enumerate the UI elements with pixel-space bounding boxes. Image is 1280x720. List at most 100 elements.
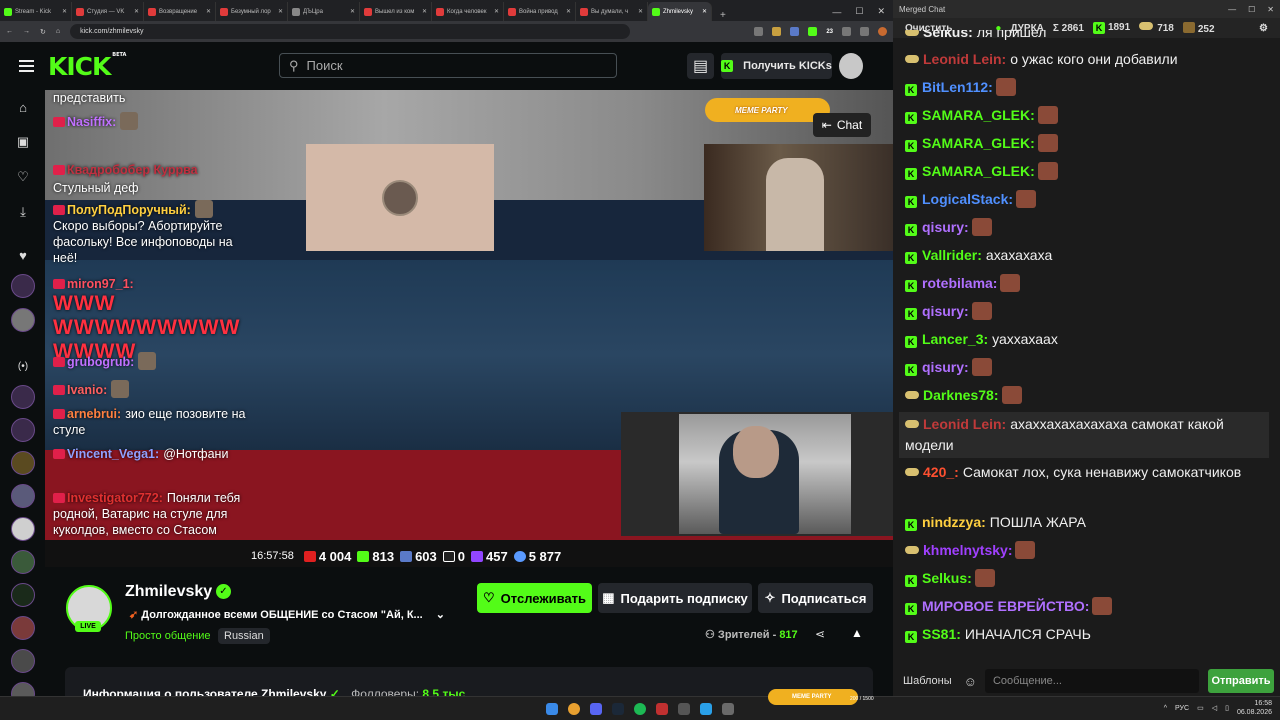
emoji-icon[interactable]: ☺ xyxy=(964,674,977,689)
chat-username[interactable]: SAMARA_GLEK: xyxy=(922,163,1035,179)
chat-message[interactable]: K Selkus: xyxy=(905,568,1265,589)
browser-tab[interactable]: Безумный лор ✕ xyxy=(216,2,288,21)
share-icon[interactable]: ⋖ xyxy=(815,627,825,641)
tab-close-icon[interactable]: ✕ xyxy=(494,8,499,15)
extension-icon[interactable] xyxy=(754,27,764,36)
chat-username[interactable]: qisury: xyxy=(922,303,969,319)
browser-tab[interactable]: ДЪЦра ✕ xyxy=(288,2,360,21)
browser-tab[interactable]: Вы думали, ч ✕ xyxy=(576,2,648,21)
chat-username[interactable]: Darknes78: xyxy=(923,387,999,403)
system-clock[interactable]: 16:58 06.08.2026 xyxy=(1237,699,1272,717)
chat-toggle-button[interactable]: ⇤ Chat xyxy=(813,113,871,137)
close-icon[interactable]: ✕ xyxy=(1267,5,1274,14)
chat-username[interactable]: 420_: xyxy=(923,464,959,480)
chat-username[interactable]: qisury: xyxy=(922,219,969,235)
profile-icon[interactable] xyxy=(878,27,887,36)
chat-message[interactable]: Kqisury: xyxy=(905,301,1265,322)
gift-sub-button[interactable]: ▦ Подарить подписку xyxy=(598,583,752,613)
chat-username[interactable]: BitLen112: xyxy=(922,79,993,95)
chat-username[interactable]: qisury: xyxy=(922,359,969,375)
chat-message[interactable]: K Lancer_3: уаххахаах xyxy=(905,329,1265,350)
chevron-down-icon[interactable]: ⌄ xyxy=(436,609,445,621)
chat-username[interactable]: МИРОВОЕ ЕВРЕЙСТВО: xyxy=(922,598,1089,614)
chat-message[interactable]: Kqisury: xyxy=(905,217,1265,238)
channel-avatar[interactable] xyxy=(11,385,35,409)
start-icon[interactable] xyxy=(546,703,558,715)
tab-close-icon[interactable]: ✕ xyxy=(278,8,283,15)
chat-message[interactable]: K SAMARA_GLEK: xyxy=(905,133,1265,154)
browser-tab[interactable]: Вышел из ком ✕ xyxy=(360,2,432,21)
chat-message[interactable]: K BitLen112: xyxy=(905,77,1265,98)
channel-avatar[interactable] xyxy=(11,583,35,607)
back-icon[interactable]: ← xyxy=(6,28,13,35)
channel-avatar[interactable] xyxy=(11,649,35,673)
chat-username[interactable]: rotebilama: xyxy=(922,275,997,291)
tab-close-icon[interactable]: ✕ xyxy=(422,8,427,15)
tray-arrow-icon[interactable]: ^ xyxy=(1164,705,1167,712)
chat-username[interactable]: Leonid Lein: xyxy=(923,51,1006,67)
search-input[interactable]: ⚲ Поиск xyxy=(279,53,617,78)
get-kicks-button[interactable]: K Получить KICKs xyxy=(721,53,832,79)
browser-tab[interactable]: Война привод ✕ xyxy=(504,2,576,21)
volume-icon[interactable]: ◁ xyxy=(1212,704,1217,712)
maximize-icon[interactable]: ☐ xyxy=(855,6,863,17)
chat-message[interactable]: K SS81: ИНАЧАЛСЯ СРАЧЬ xyxy=(905,624,1265,645)
browse-icon[interactable]: ▤ xyxy=(687,53,714,79)
chat-username[interactable]: LogicalStack: xyxy=(922,191,1013,207)
reload-icon[interactable]: ↻ xyxy=(40,28,46,36)
channel-avatar[interactable] xyxy=(11,274,35,298)
home-icon[interactable]: ⌂ xyxy=(11,95,35,119)
extension-icon[interactable] xyxy=(772,27,782,36)
chat-username[interactable]: nindzzya: xyxy=(922,514,986,530)
tab-close-icon[interactable]: ✕ xyxy=(350,8,355,15)
channel-avatar[interactable] xyxy=(11,418,35,442)
browser-tab[interactable]: Студия — VK ✕ xyxy=(72,2,144,21)
chat-message[interactable]: Selkus: ля пришел xyxy=(905,30,1265,43)
tab-close-icon[interactable]: ✕ xyxy=(206,8,211,15)
subscribe-button[interactable]: ✧ Подписаться xyxy=(758,583,873,613)
chat-message[interactable]: Krotebilama: xyxy=(905,273,1265,294)
extensions-puzzle-icon[interactable] xyxy=(842,27,851,36)
chat-username[interactable]: Vallrider: xyxy=(922,247,982,263)
chat-username[interactable]: SAMARA_GLEK: xyxy=(922,135,1035,151)
chat-message[interactable]: K LogicalStack: xyxy=(905,189,1265,210)
chat-message[interactable]: Knindzzya: ПОШЛА ЖАРА xyxy=(905,512,1265,533)
download-icon[interactable]: ⤓ xyxy=(11,200,35,224)
browser-tab[interactable]: Stream - Kick ✕ xyxy=(0,2,72,21)
browser-tab[interactable]: Возвращение ✕ xyxy=(144,2,216,21)
kick-logo[interactable]: KICK BETA xyxy=(48,52,126,81)
home-icon[interactable]: ⌂ xyxy=(56,28,60,35)
maximize-icon[interactable]: ☐ xyxy=(1248,5,1255,14)
chat-message[interactable]: Kqisury: xyxy=(905,357,1265,378)
chat-message[interactable]: Darknes78: xyxy=(905,385,1265,406)
channel-avatar[interactable] xyxy=(11,517,35,541)
chat-message[interactable]: K Vallrider: ахахахаха xyxy=(905,245,1265,266)
browser-tab[interactable]: Zhmilevsky ✕ xyxy=(648,2,712,21)
channel-avatar[interactable] xyxy=(11,550,35,574)
tab-close-icon[interactable]: ✕ xyxy=(134,8,139,15)
chat-message[interactable]: 420_: Самокат лох, сука ненавижу самокатч… xyxy=(905,462,1265,483)
chat-message[interactable]: K SAMARA_GLEK: xyxy=(905,105,1265,126)
chat-username[interactable]: Leonid Lein: xyxy=(923,416,1006,432)
menu-icon[interactable] xyxy=(19,60,34,72)
extension-icon[interactable] xyxy=(790,27,800,36)
tab-close-icon[interactable]: ✕ xyxy=(638,8,643,15)
stream-category[interactable]: Просто общение xyxy=(125,630,211,642)
user-avatar[interactable] xyxy=(839,53,863,79)
tab-close-icon[interactable]: ✕ xyxy=(566,8,571,15)
video-player[interactable]: представить Nasiffix: Квадробобер Куррва Ст… xyxy=(45,90,893,567)
battery-icon[interactable]: ▯ xyxy=(1225,704,1229,712)
streamer-name[interactable]: Zhmilevsky xyxy=(125,583,212,601)
channel-avatar[interactable] xyxy=(11,308,35,332)
chat-username[interactable]: Lancer_3: xyxy=(922,331,988,347)
download-icon[interactable] xyxy=(860,27,869,36)
telegram-icon[interactable] xyxy=(700,703,712,715)
network-icon[interactable]: ▭ xyxy=(1197,704,1204,712)
forward-icon[interactable]: → xyxy=(23,28,30,35)
channel-avatar[interactable] xyxy=(11,616,35,640)
tab-close-icon[interactable]: ✕ xyxy=(62,8,67,15)
language-indicator[interactable]: РУС xyxy=(1175,705,1189,712)
chat-username[interactable]: SS81: xyxy=(922,626,961,642)
minimize-icon[interactable]: — xyxy=(1228,5,1236,14)
extension-icon[interactable] xyxy=(808,27,818,36)
